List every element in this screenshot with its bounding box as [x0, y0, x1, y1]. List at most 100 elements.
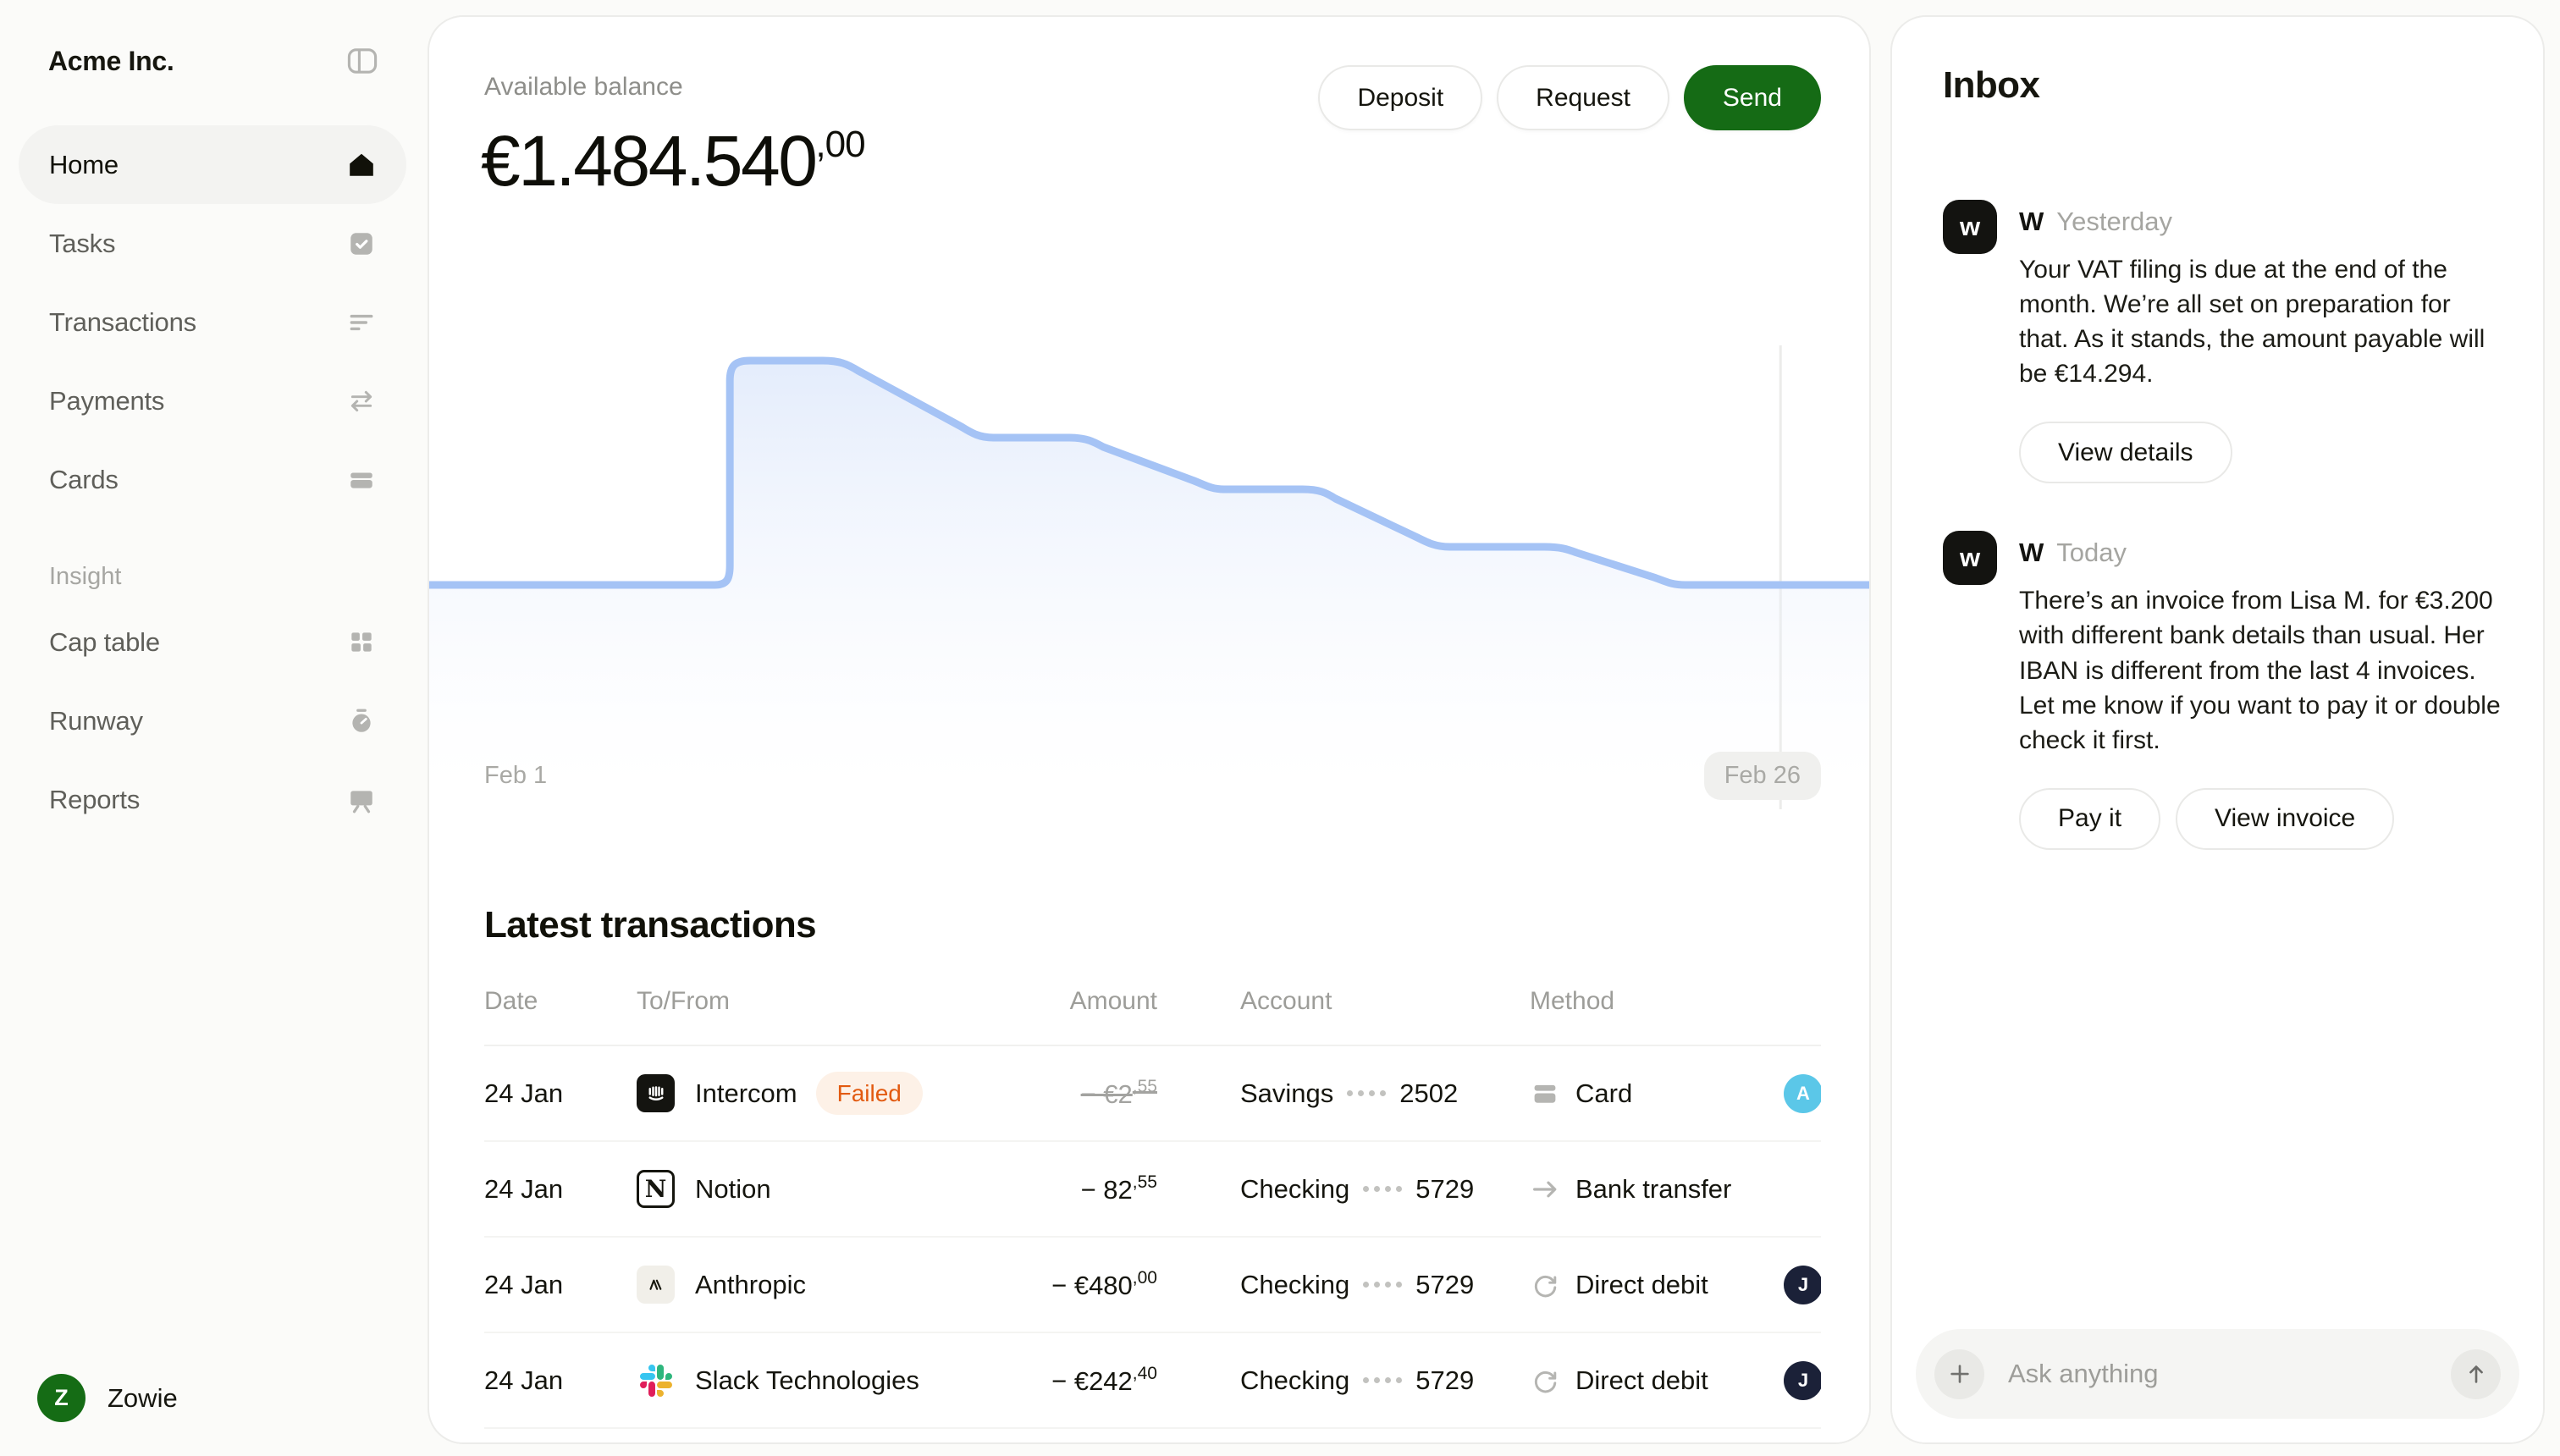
sidebar-item-label: Cards [49, 465, 119, 495]
col-method: Method [1530, 987, 1784, 1016]
card-icon [1530, 1078, 1560, 1109]
tx-method: Bank transfer [1530, 1174, 1784, 1205]
assistant-avatar: w [1943, 200, 1997, 254]
col-date: Date [484, 987, 637, 1016]
assignee-avatar: J [1784, 1266, 1821, 1304]
balance-label: Available balance [484, 73, 683, 102]
attach-plus-button[interactable] [1934, 1349, 1984, 1399]
presentation-icon [347, 786, 376, 814]
ask-anything-bar [1916, 1329, 2519, 1419]
list-lines-icon [347, 308, 376, 337]
sidebar-item-cap-table[interactable]: Cap table [19, 603, 406, 681]
sidebar-item-cards[interactable]: Cards [19, 440, 406, 519]
tx-counterparty: Slack Technologies [695, 1365, 919, 1396]
masked-digits [1363, 1282, 1402, 1288]
x-axis-start-label: Feb 1 [484, 762, 547, 790]
tx-method: Card [1530, 1078, 1784, 1109]
message-sender: W [2019, 538, 2044, 568]
deposit-button[interactable]: Deposit [1318, 65, 1482, 130]
grid-layout-icon [347, 628, 376, 657]
avatar: Z [37, 1374, 86, 1422]
section-title: Latest transactions [484, 904, 1821, 946]
table-row[interactable]: 24 Jan Anthropic − €480,00 Checking5729 … [484, 1238, 1821, 1333]
latest-transactions-section: Latest transactions Date To/From Amount … [484, 904, 1821, 1442]
tx-counterparty: Anthropic [695, 1270, 806, 1300]
home-icon [347, 151, 376, 179]
table-row[interactable]: 24 Jan N Notion − 82,55 Checking5729 Ban… [484, 1142, 1821, 1238]
masked-digits [1347, 1090, 1386, 1096]
sidebar-item-runway[interactable]: Runway [19, 681, 406, 760]
sidebar-collapse-icon[interactable] [344, 44, 381, 78]
table-header: Date To/From Amount Account Method [484, 987, 1821, 1046]
chart-x-axis: Feb 1 Feb 26 [484, 752, 1821, 800]
tx-amount: − 82,55 [1026, 1172, 1157, 1205]
tx-amount: − €242,40 [1026, 1364, 1157, 1397]
tx-counterparty: Intercom [695, 1078, 797, 1109]
view-invoice-button[interactable]: View invoice [2176, 788, 2394, 850]
sidebar-item-label: Reports [49, 785, 140, 815]
message-timestamp: Yesterday [2056, 207, 2172, 237]
balance-decimals: ,00 [815, 124, 864, 165]
inbox-message: w W Yesterday Your VAT filing is due at … [1943, 200, 2502, 483]
pay-it-button[interactable]: Pay it [2019, 788, 2160, 850]
tx-amount: − €480,00 [1026, 1268, 1157, 1301]
sidebar-item-reports[interactable]: Reports [19, 760, 406, 839]
submit-arrow-button[interactable] [2451, 1349, 2501, 1399]
masked-digits [1363, 1377, 1402, 1383]
tx-account: Checking5729 [1240, 1365, 1530, 1396]
sidebar-item-label: Tasks [49, 229, 115, 259]
anthropic-logo [637, 1266, 675, 1304]
table-row[interactable]: 24 Jan Slack Technologies − €242,40 Chec… [484, 1333, 1821, 1429]
available-balance: €1.484.540,00 [481, 120, 865, 202]
sidebar-item-label: Runway [49, 706, 143, 736]
balance-actions: Deposit Request Send [1318, 65, 1821, 130]
table-row[interactable]: 24 Jan Intercom Failed − €2,55 Savings25… [484, 1046, 1821, 1142]
status-badge: Failed [816, 1072, 923, 1115]
org-name: Acme Inc. [48, 46, 174, 77]
tx-account: Checking5729 [1240, 1174, 1530, 1205]
masked-digits [1363, 1186, 1402, 1192]
notion-logo: N [637, 1170, 675, 1208]
inbox-title: Inbox [1943, 64, 2039, 107]
balance-amount: €1.484.540 [481, 121, 815, 201]
inbox-panel: Inbox w W Yesterday Your VAT filing is d… [1890, 15, 2545, 1444]
sidebar-item-transactions[interactable]: Transactions [19, 283, 406, 361]
sidebar-item-label: Home [49, 150, 119, 180]
col-amount: Amount [1026, 987, 1157, 1016]
assignee-avatar: J [1784, 1361, 1821, 1400]
ask-anything-input[interactable] [2008, 1359, 2451, 1389]
x-axis-end-label: Feb 26 [1704, 752, 1821, 800]
balance-chart [429, 345, 1869, 821]
sidebar-item-label: Cap table [49, 627, 160, 658]
tx-date: 24 Jan [484, 1270, 637, 1300]
credit-card-icon [347, 466, 376, 494]
message-sender: W [2019, 207, 2044, 237]
assistant-avatar: w [1943, 531, 1997, 585]
message-timestamp: Today [2056, 538, 2127, 568]
table-row[interactable]: 24 Jan B Bob Appleseed €250.000,00 Check… [484, 1429, 1821, 1442]
tx-method: Direct debit [1530, 1270, 1784, 1300]
tx-counterparty: Notion [695, 1174, 771, 1205]
view-details-button[interactable]: View details [2019, 422, 2232, 483]
intercom-logo [637, 1074, 675, 1112]
user-menu[interactable]: Z Zowie [37, 1374, 178, 1422]
sidebar-item-home[interactable]: Home [19, 125, 406, 204]
user-name: Zowie [108, 1383, 178, 1414]
tx-date: 24 Jan [484, 1078, 637, 1109]
checkbox-icon [347, 229, 376, 258]
nav-section-label: Insight [49, 563, 406, 591]
inbox-messages: w W Yesterday Your VAT filing is due at … [1943, 152, 2502, 850]
assignee-avatar: A [1784, 1074, 1821, 1113]
send-button[interactable]: Send [1684, 65, 1821, 130]
transfer-arrows-icon [347, 387, 376, 416]
sidebar: Acme Inc. Home Tasks Transactions [0, 0, 428, 1456]
message-body: There’s an invoice from Lisa M. for €3.2… [2019, 583, 2502, 757]
primary-nav: Home Tasks Transactions Payments Cards [19, 125, 406, 839]
request-button[interactable]: Request [1497, 65, 1669, 130]
sidebar-item-payments[interactable]: Payments [19, 361, 406, 440]
tx-account: Savings2502 [1240, 1078, 1530, 1109]
tx-date: 24 Jan [484, 1174, 637, 1205]
col-account: Account [1240, 987, 1530, 1016]
message-body: Your VAT filing is due at the end of the… [2019, 252, 2502, 391]
sidebar-item-tasks[interactable]: Tasks [19, 204, 406, 283]
